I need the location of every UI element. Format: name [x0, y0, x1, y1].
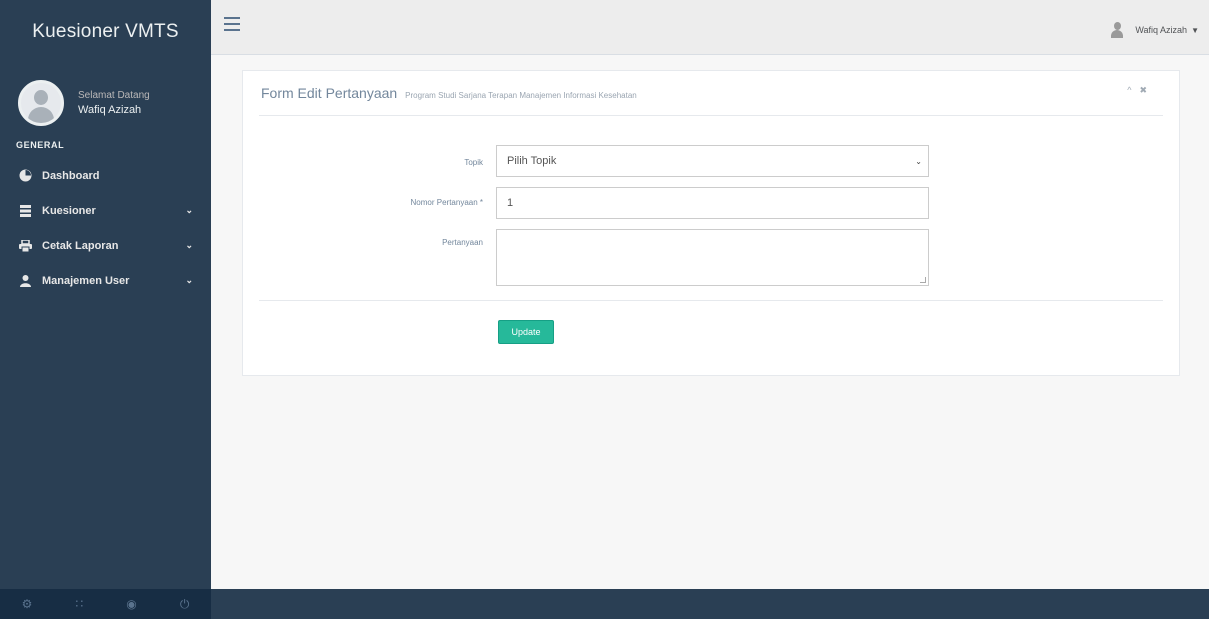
page-footer	[211, 589, 1209, 619]
resize-handle[interactable]	[920, 277, 926, 283]
chevron-down-icon: ⌄	[185, 240, 193, 250]
profile-username: Wafiq Azizah	[78, 104, 142, 116]
page-title: Form Edit Pertanyaan	[261, 85, 398, 101]
menu-section-title: GENERAL	[16, 140, 65, 150]
settings-icon[interactable]: ⚙	[22, 597, 33, 611]
menu-toggle-icon[interactable]	[224, 17, 240, 31]
form-panel: Form Edit Pertanyaan Program Studi Sarja…	[242, 70, 1180, 376]
panel-title: Form Edit Pertanyaan Program Studi Sarja…	[261, 85, 637, 101]
chevron-down-icon: ⌄	[185, 205, 193, 215]
sidebar-item-dashboard[interactable]: Dashboard	[0, 158, 211, 193]
chevron-down-icon: ⌄	[185, 275, 193, 285]
divider	[259, 300, 1163, 301]
sidebar-item-manajemen-user[interactable]: Manajemen User ⌄	[0, 263, 211, 298]
dashboard-icon	[18, 169, 32, 182]
chevron-down-icon: ⌄	[915, 157, 922, 166]
avatar	[18, 80, 64, 126]
panel-tools: ^ ✖	[1127, 85, 1147, 96]
divider	[259, 115, 1163, 116]
topik-label: Topik	[464, 158, 483, 167]
welcome-text: Selamat Datang	[78, 90, 150, 101]
sidebar-item-label: Cetak Laporan	[42, 239, 119, 252]
sidebar: Kuesioner VMTS Selamat Datang Wafiq Aziz…	[0, 0, 211, 619]
user-avatar-icon	[1111, 22, 1124, 38]
sidebar-item-label: Dashboard	[42, 169, 100, 182]
nomor-pertanyaan-value: 1	[507, 197, 514, 209]
top-navbar: Wafiq Azizah ▼	[211, 0, 1209, 55]
nomor-pertanyaan-label: Nomor Pertanyaan *	[410, 198, 483, 207]
fullscreen-icon[interactable]: ∷	[75, 597, 83, 611]
lock-icon[interactable]: ◉	[126, 597, 136, 611]
topik-select-value: Pilih Topik	[507, 155, 557, 167]
user-dropdown[interactable]: Wafiq Azizah ▼	[1111, 22, 1199, 38]
pertanyaan-textarea[interactable]	[496, 229, 929, 286]
close-icon[interactable]: ✖	[1139, 85, 1147, 96]
nomor-pertanyaan-input[interactable]: 1	[496, 187, 929, 219]
user-dropdown-label: Wafiq Azizah	[1135, 25, 1188, 35]
sidebar-item-cetak-laporan[interactable]: Cetak Laporan ⌄	[0, 228, 211, 263]
caret-down-icon: ▼	[1191, 25, 1199, 35]
collapse-icon[interactable]: ^	[1127, 85, 1131, 96]
list-icon	[18, 204, 32, 217]
sidebar-item-kuesioner[interactable]: Kuesioner ⌄	[0, 193, 211, 228]
profile-block: Selamat Datang Wafiq Azizah	[0, 64, 211, 132]
sidebar-footer: ⚙ ∷ ◉ ⏻	[0, 589, 211, 619]
update-button[interactable]: Update	[498, 320, 554, 344]
topik-select[interactable]: Pilih Topik ⌄	[496, 145, 929, 177]
pertanyaan-label: Pertanyaan	[442, 238, 483, 247]
print-icon	[18, 239, 32, 252]
sidebar-item-label: Kuesioner	[42, 204, 96, 217]
app-brand[interactable]: Kuesioner VMTS	[0, 0, 211, 64]
logout-icon[interactable]: ⏻	[180, 597, 190, 612]
page-subtitle: Program Studi Sarjana Terapan Manajemen …	[405, 91, 637, 100]
sidebar-item-label: Manajemen User	[42, 274, 130, 287]
user-icon	[18, 274, 32, 287]
